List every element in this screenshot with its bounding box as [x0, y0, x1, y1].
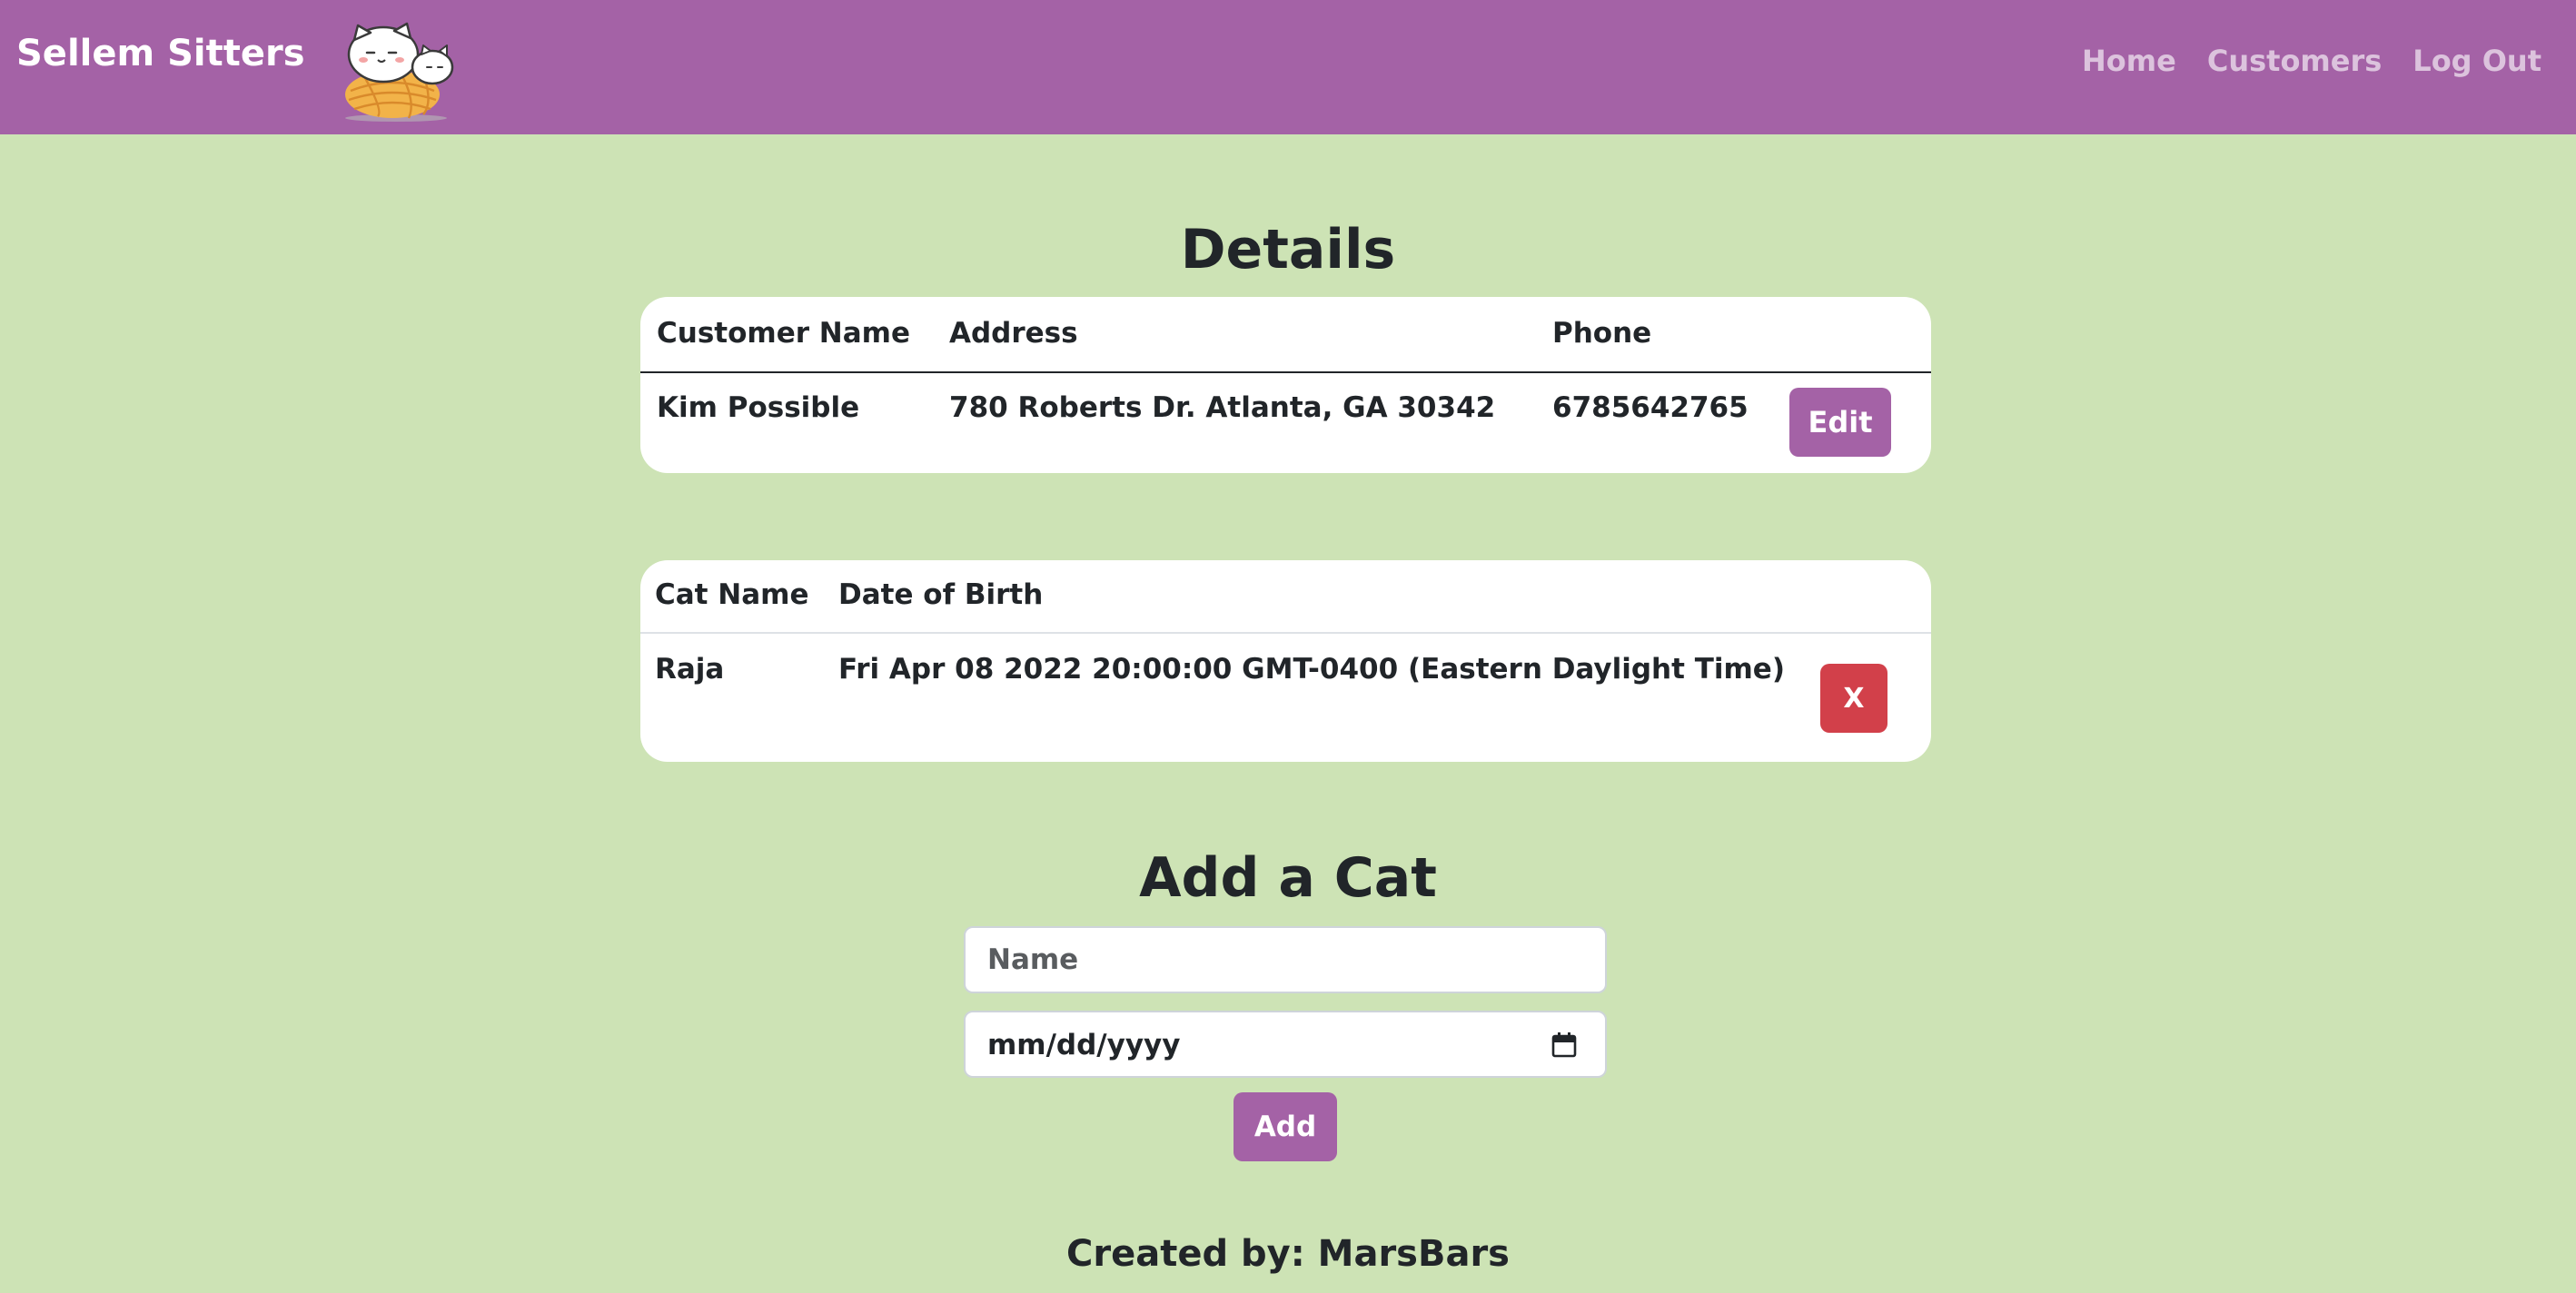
cat-on-yarn-logo	[345, 22, 454, 122]
navbar: Sellem Sitters Home Customers Log Out	[0, 0, 2576, 134]
cats-header-divider	[640, 632, 1931, 634]
edit-button[interactable]: Edit	[1789, 388, 1891, 457]
phone-cell: 6785642765	[1552, 391, 1749, 424]
header-address: Address	[949, 317, 1078, 350]
cat-name-input[interactable]	[964, 926, 1607, 993]
cat-name-cell: Raja	[655, 653, 725, 686]
cat-dob-input[interactable]: mm/dd/yyyy	[964, 1011, 1607, 1078]
nav-link-home[interactable]: Home	[2082, 44, 2176, 78]
header-divider	[640, 371, 1931, 373]
cat-dob-cell: Fri Apr 08 2022 20:00:00 GMT-0400 (Easte…	[838, 653, 1785, 686]
nav-link-customers[interactable]: Customers	[2207, 44, 2382, 78]
details-title: Details	[1180, 218, 1396, 281]
header-phone: Phone	[1552, 317, 1652, 350]
nav-links: Home Customers Log Out	[2082, 44, 2541, 78]
nav-link-log-out[interactable]: Log Out	[2413, 44, 2541, 78]
date-placeholder: mm/dd/yyyy	[987, 1029, 1181, 1061]
brand-name[interactable]: Sellem Sitters	[16, 33, 305, 74]
footer-credit: Created by: MarsBars	[1066, 1233, 1510, 1275]
customer-name-cell: Kim Possible	[657, 391, 860, 424]
customer-details-table: Customer Name Address Phone Kim Possible…	[640, 297, 1931, 473]
header-date-of-birth: Date of Birth	[838, 578, 1044, 611]
add-cat-button[interactable]: Add	[1234, 1092, 1337, 1161]
add-cat-title: Add a Cat	[1139, 846, 1437, 910]
header-cat-name: Cat Name	[655, 578, 809, 611]
address-cell: 780 Roberts Dr. Atlanta, GA 30342	[949, 391, 1496, 424]
cats-table: Cat Name Date of Birth Raja Fri Apr 08 2…	[640, 560, 1931, 762]
calendar-icon[interactable]	[1551, 1031, 1578, 1059]
header-customer-name: Customer Name	[657, 317, 910, 350]
delete-cat-button[interactable]: X	[1820, 664, 1887, 733]
